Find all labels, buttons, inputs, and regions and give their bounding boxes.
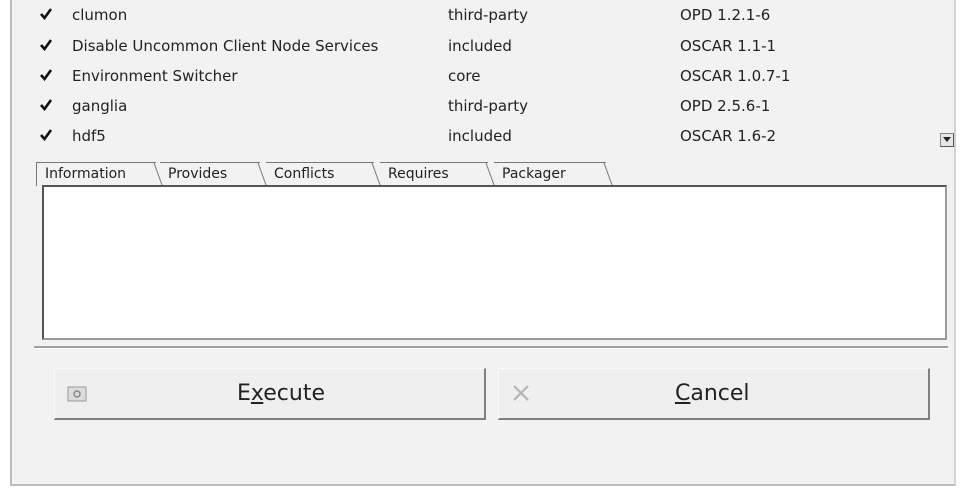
package-name: ganglia bbox=[72, 97, 128, 115]
execute-icon bbox=[67, 383, 87, 408]
package-version: OSCAR 1.1-1 bbox=[680, 37, 777, 55]
separator bbox=[34, 346, 948, 349]
checkbox[interactable] bbox=[40, 129, 52, 141]
tab-content-panel bbox=[42, 185, 947, 340]
package-row-environment-switcher[interactable]: Environment Switcher core OSCAR 1.0.7-1 bbox=[36, 63, 956, 89]
cancel-mnemonic: C bbox=[675, 381, 691, 406]
package-version: OSCAR 1.0.7-1 bbox=[680, 67, 791, 85]
cancel-label-part: ancel bbox=[690, 381, 750, 406]
package-row-disable-uncommon[interactable]: Disable Uncommon Client Node Services in… bbox=[36, 33, 956, 59]
cancel-label: Cancel bbox=[675, 381, 750, 406]
package-list: clumon third-party OPD 1.2.1-6 Disable U… bbox=[36, 0, 958, 156]
package-version: OSCAR 1.6-2 bbox=[680, 127, 777, 145]
package-version: OPD 1.2.1-6 bbox=[680, 6, 771, 24]
package-version: OPD 2.5.6-1 bbox=[680, 97, 771, 115]
package-class: third-party bbox=[448, 6, 529, 24]
package-row-hdf5[interactable]: hdf5 included OSCAR 1.6-2 bbox=[36, 123, 956, 149]
checkbox[interactable] bbox=[40, 69, 52, 81]
execute-button[interactable]: Execute bbox=[54, 368, 486, 420]
execute-label: Execute bbox=[237, 381, 325, 406]
details-tabs: Information Provides Conflicts Requires … bbox=[36, 162, 936, 186]
package-name: clumon bbox=[72, 6, 128, 24]
execute-mnemonic: x bbox=[250, 381, 264, 406]
package-name: hdf5 bbox=[72, 127, 106, 145]
tab-edges bbox=[153, 162, 613, 186]
checkbox[interactable] bbox=[40, 99, 52, 111]
package-selector-window: clumon third-party OPD 1.2.1-6 Disable U… bbox=[10, 0, 956, 486]
checkbox[interactable] bbox=[40, 39, 52, 51]
chevron-down-icon bbox=[943, 137, 951, 142]
close-icon bbox=[511, 383, 531, 409]
package-class: included bbox=[448, 37, 512, 55]
cancel-button[interactable]: Cancel bbox=[498, 368, 930, 420]
package-class: third-party bbox=[448, 97, 529, 115]
execute-label-part: E bbox=[237, 381, 251, 406]
package-row-ganglia[interactable]: ganglia third-party OPD 2.5.6-1 bbox=[36, 93, 956, 119]
execute-label-part: ecute bbox=[263, 381, 325, 406]
package-name: Environment Switcher bbox=[72, 67, 238, 85]
package-row-clumon[interactable]: clumon third-party OPD 1.2.1-6 bbox=[36, 2, 956, 28]
package-name: Disable Uncommon Client Node Services bbox=[72, 37, 379, 55]
checkbox[interactable] bbox=[40, 8, 52, 20]
package-class: core bbox=[448, 67, 481, 85]
package-class: included bbox=[448, 127, 512, 145]
scroll-down-arrow[interactable] bbox=[940, 133, 954, 147]
